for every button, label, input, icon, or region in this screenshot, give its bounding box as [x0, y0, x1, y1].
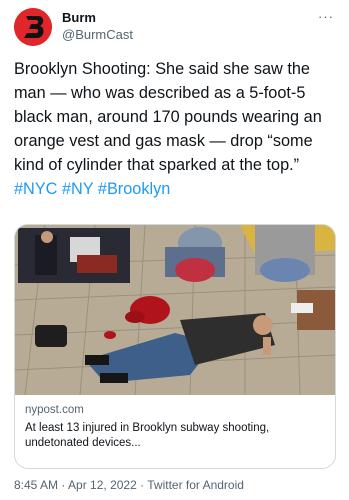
more-options-button[interactable]: ··· — [315, 8, 337, 24]
footer-separator: · — [140, 478, 145, 492]
card-meta: nypost.com At least 13 injured in Brookl… — [25, 403, 325, 451]
burm-logo-icon — [14, 8, 52, 46]
card-domain: nypost.com — [25, 404, 84, 416]
footer-separator: · — [61, 478, 66, 492]
author-block: Burm @BurmCast — [62, 9, 133, 43]
card-title[interactable]: At least 13 injured in Brooklyn subway s… — [25, 421, 325, 451]
tweet-body: Brooklyn Shooting: She said she saw the … — [14, 60, 322, 174]
author-handle[interactable]: @BurmCast — [62, 26, 133, 43]
hashtag-link[interactable]: #Brooklyn — [98, 180, 170, 198]
tweet-footer: 8:45 AM · Apr 12, 2022 · Twitter for And… — [14, 478, 244, 493]
author-display-name[interactable]: Burm — [62, 9, 133, 26]
tweet-text: Brooklyn Shooting: She said she saw the … — [14, 57, 340, 201]
hashtag-link[interactable]: #NYC — [14, 180, 57, 198]
card-image[interactable] — [15, 225, 335, 395]
tweet-source[interactable]: Twitter for Android — [147, 478, 244, 492]
subway-scene-image — [15, 225, 335, 395]
hashtag-link[interactable]: #NY — [62, 180, 93, 198]
avatar[interactable] — [14, 8, 52, 46]
tweet: Burm @BurmCast ··· Brooklyn Shooting: Sh… — [0, 0, 349, 500]
tweet-time[interactable]: 8:45 AM — [14, 478, 58, 492]
tweet-date[interactable]: Apr 12, 2022 — [68, 478, 137, 492]
link-card[interactable]: nypost.com At least 13 injured in Brookl… — [14, 224, 336, 469]
